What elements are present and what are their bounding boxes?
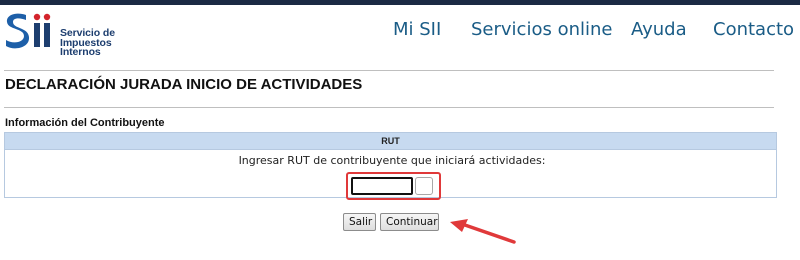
divider-top [4,70,774,71]
rut-panel-header: RUT [4,132,777,150]
divider-bottom [4,107,774,108]
rut-instruction: Ingresar RUT de contribuyente que inicia… [238,154,546,167]
page-title: DECLARACIÓN JURADA INICIO DE ACTIVIDADES [5,76,363,93]
rut-dv-input[interactable] [415,177,433,195]
logo-wordmark: Servicio de Impuestos Internos [60,28,115,58]
pointer-arrow-icon [450,219,516,244]
continuar-button[interactable]: Continuar [380,213,439,231]
logo-line-3: Internos [60,46,101,58]
nav-mi-sii[interactable]: Mi SII [393,19,441,43]
top-accent-bar [0,0,800,5]
nav-servicios-online[interactable]: Servicios online [471,19,612,43]
section-label: Información del Contribuyente [5,117,165,129]
sii-logo[interactable]: Servicio de Impuestos Internos [4,11,134,57]
nav-ayuda[interactable]: Ayuda [631,19,687,43]
nav-contacto[interactable]: Contacto [713,19,794,43]
rut-input[interactable] [351,177,413,195]
salir-button[interactable]: Salir [343,213,376,231]
sii-logo-icon [6,13,51,49]
